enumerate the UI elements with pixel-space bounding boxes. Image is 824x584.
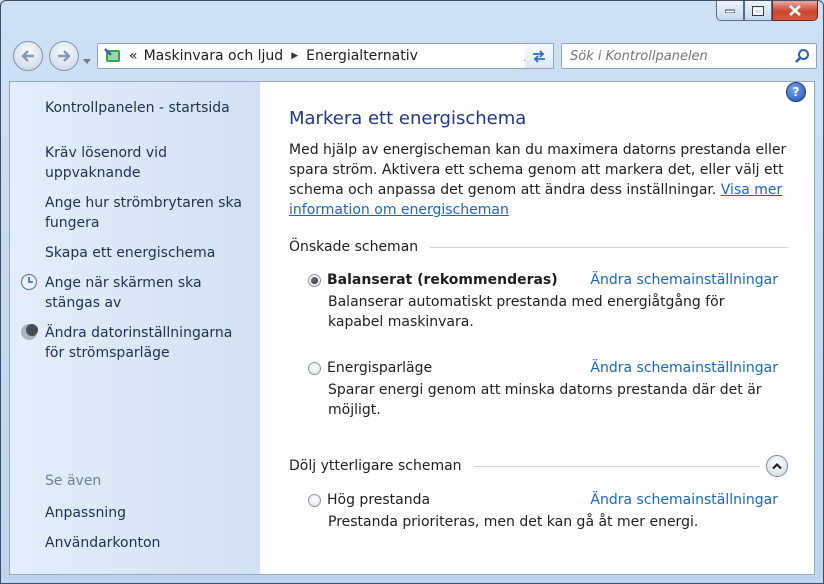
maximize-button[interactable] [744,1,772,21]
caption-buttons [716,1,818,21]
breadcrumb-hardware-sound[interactable]: Maskinvara och ljud [144,48,284,64]
breadcrumb-separator-icon[interactable]: ▶ [291,51,298,61]
forward-button[interactable] [49,41,79,71]
close-icon [789,5,801,16]
preferred-plans-section: Önskade scheman [289,239,788,255]
sidebar-link-sleep-settings[interactable]: Ändra datorinställningarna för strömspar… [45,323,255,363]
search-icon[interactable] [794,48,810,64]
breadcrumb-power-options[interactable]: Energialternativ [306,48,418,64]
scheme-high-performance-description: Prestanda prioriteras, men det kan gå åt… [328,514,699,530]
close-button[interactable] [772,1,818,21]
scheme-high-performance-option[interactable]: Hög prestanda [308,492,430,508]
change-settings-power-saver-link[interactable]: Ändra schemainställningar [590,360,778,376]
address-overflow[interactable]: « [129,48,138,64]
maximize-icon [752,5,764,16]
section-divider [473,465,760,467]
preferred-plans-heading: Önskade scheman [289,239,419,255]
chevron-down-icon [83,59,91,64]
forward-arrow-icon [58,50,71,62]
collapse-button[interactable] [766,455,788,477]
intro-text: Med hjälp av energischeman kan du maxime… [289,140,789,220]
sidebar-link-personalization[interactable]: Anpassning [45,503,255,523]
chevron-up-icon [772,462,782,470]
radio-power-saver[interactable] [308,361,321,375]
sidebar-link-home[interactable]: Kontrollpanelen - startsida [45,98,255,118]
back-arrow-icon [21,50,34,62]
radio-high-performance[interactable] [308,493,321,507]
radio-balanced[interactable] [308,273,321,287]
navigation-bar: « Maskinvara och ljud ▶ Energialternativ [9,39,817,73]
sidebar-link-display-off[interactable]: Ange när skärmen ska stängas av [45,273,255,313]
scheme-high-performance: Hög prestanda Ändra schemainställningar … [308,492,778,532]
scheme-power-saver-description: Sparar energi genom att minska datorns p… [328,382,762,418]
sidebar-link-require-password[interactable]: Kräv lösenord vid uppvaknande [45,143,255,183]
window: « Maskinvara och ljud ▶ Energialternativ… [0,0,824,584]
sidebar: Kontrollpanelen - startsida Kräv lösenor… [10,82,260,574]
see-also-heading: Se även [45,473,102,489]
recent-pages-dropdown[interactable] [83,52,91,68]
section-divider [430,246,788,248]
hide-additional-plans-heading[interactable]: Dölj ytterligare scheman [289,458,462,474]
change-settings-high-performance-link[interactable]: Ändra schemainställningar [590,492,778,508]
help-button[interactable]: ? [786,82,806,102]
main-panel: ? Markera ett energischema Med hjälp av … [260,82,814,574]
sidebar-link-create-plan[interactable]: Skapa ett energischema [45,243,255,263]
sidebar-link-user-accounts[interactable]: Användarkonton [45,533,255,553]
sleep-moon-icon [21,324,38,340]
search-input[interactable] [568,47,772,65]
search-box[interactable] [561,43,817,69]
scheme-high-performance-name[interactable]: Hög prestanda [327,492,430,508]
scheme-power-saver: Energisparläge Ändra schemainställningar… [308,360,778,420]
display-icon [20,273,38,291]
sidebar-link-power-button[interactable]: Ange hur strömbrytaren ska fungera [45,193,255,233]
address-bar[interactable]: « Maskinvara och ljud ▶ Energialternativ [97,43,552,69]
scheme-balanced: Balanserat (rekommenderas) Ändra schemai… [308,272,778,332]
refresh-button[interactable] [525,43,554,69]
scheme-balanced-name[interactable]: Balanserat (rekommenderas) [327,272,558,288]
change-settings-balanced-link[interactable]: Ändra schemainställningar [590,272,778,288]
control-panel-icon [104,48,120,62]
refresh-icon [533,50,545,63]
back-button[interactable] [13,41,43,71]
intro-body: Med hjälp av energischeman kan du maxime… [289,142,787,198]
minimize-button[interactable] [716,1,744,21]
minimize-icon [725,9,735,13]
page-title: Markera ett energischema [289,108,527,129]
radio-selected-dot [311,276,318,284]
scheme-power-saver-option[interactable]: Energisparläge [308,360,432,376]
scheme-balanced-option[interactable]: Balanserat (rekommenderas) [308,272,558,288]
content-area: Kontrollpanelen - startsida Kräv lösenor… [9,81,815,575]
scheme-power-saver-name[interactable]: Energisparläge [327,360,432,376]
hidden-plans-section: Dölj ytterligare scheman [289,455,788,477]
scheme-balanced-description: Balanserar automatiskt prestanda med ene… [328,294,725,330]
